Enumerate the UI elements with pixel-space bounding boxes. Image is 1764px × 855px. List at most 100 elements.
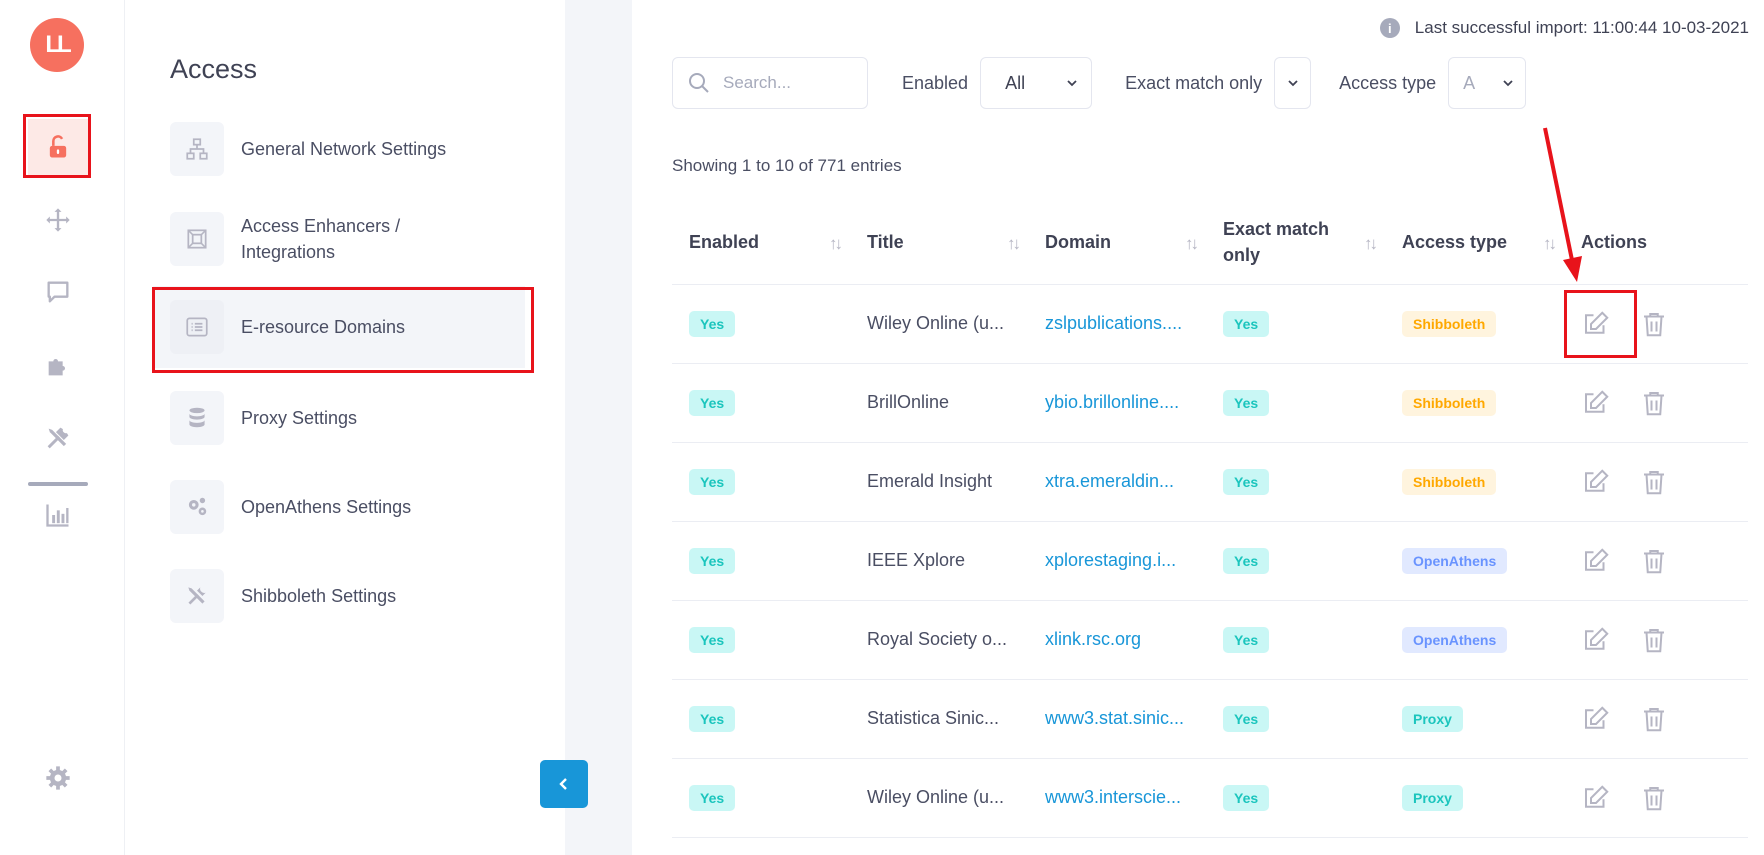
gear-icon bbox=[46, 766, 70, 790]
edit-icon[interactable] bbox=[1581, 309, 1611, 339]
table-header-row: Enabled ↑↓ Title ↑↓ Domain ↑↓ Exact match o… bbox=[672, 200, 1748, 285]
column-header-domain[interactable]: Domain ↑↓ bbox=[1028, 200, 1206, 285]
rail-item-statistics[interactable] bbox=[28, 487, 88, 543]
menu-item-shibboleth-settings[interactable]: Shibboleth Settings bbox=[170, 569, 550, 623]
edit-icon[interactable] bbox=[1581, 546, 1611, 576]
domain-link[interactable]: xlink.rsc.org bbox=[1028, 600, 1206, 680]
column-header-label: Exact match only bbox=[1223, 218, 1330, 265]
menu-title: Access bbox=[170, 54, 258, 84]
menu-item-icon-box bbox=[170, 391, 224, 445]
title-cell: Wiley Online (u... bbox=[850, 758, 1028, 838]
delete-icon[interactable] bbox=[1639, 625, 1669, 655]
domain-link[interactable]: xplorestaging.i... bbox=[1028, 521, 1206, 601]
exact-match-badge: Yes bbox=[1223, 705, 1270, 732]
menu-item-general-network[interactable]: General Network Settings bbox=[170, 122, 550, 176]
delete-icon[interactable] bbox=[1639, 388, 1669, 418]
enabled-badge: Yes bbox=[689, 626, 736, 653]
column-header-access-type[interactable]: Access type ↑↓ bbox=[1385, 200, 1564, 285]
column-header-exact-match[interactable]: Exact match only ↑↓ bbox=[1206, 200, 1385, 285]
enabled-filter-label: Enabled bbox=[902, 72, 969, 93]
enabled-filter-select[interactable]: All bbox=[980, 57, 1093, 109]
rail-item-settings[interactable] bbox=[28, 750, 88, 806]
table-row: Yes BrillOnline ybio.brillonline.... Yes… bbox=[672, 363, 1748, 443]
table-row: Yes Statistica Sinic... www3.stat.sinic.… bbox=[672, 679, 1748, 759]
rail-item-messages[interactable] bbox=[28, 264, 88, 320]
exact-match-badge: Yes bbox=[1223, 468, 1270, 495]
column-header-label: Domain bbox=[1045, 231, 1112, 252]
edit-icon[interactable] bbox=[1581, 625, 1611, 655]
search-input[interactable] bbox=[723, 73, 853, 93]
menu-item-icon-box bbox=[170, 569, 224, 623]
rail-item-access[interactable] bbox=[28, 119, 88, 175]
title-cell: Wiley Online (u... bbox=[850, 284, 1028, 364]
column-header-enabled[interactable]: Enabled ↑↓ bbox=[672, 200, 850, 285]
rail-item-integrations[interactable] bbox=[28, 338, 88, 394]
domain-link[interactable]: www3.interscie... bbox=[1028, 758, 1206, 838]
access-type-badge: OpenAthens bbox=[1402, 626, 1508, 653]
domain-link[interactable]: ybio.brillonline.... bbox=[1028, 363, 1206, 443]
menu-item-label: OpenAthens Settings bbox=[241, 497, 412, 517]
collapse-menu-button[interactable] bbox=[540, 760, 588, 808]
access-type-badge: Shibboleth bbox=[1402, 310, 1497, 337]
menu-item-access-enhancers[interactable]: Access Enhancers / Integrations bbox=[170, 212, 550, 266]
import-info: i Last successful import: 11:00:44 10-03… bbox=[1379, 18, 1749, 38]
title-cell: BrillOnline bbox=[850, 363, 1028, 443]
edit-icon[interactable] bbox=[1581, 704, 1611, 734]
column-header-label: Title bbox=[867, 231, 904, 252]
sort-icon: ↑↓ bbox=[829, 233, 843, 253]
menu-item-icon-box bbox=[170, 122, 224, 176]
app-logo[interactable]: LL bbox=[30, 18, 84, 72]
menu-item-icon-box bbox=[170, 300, 224, 354]
delete-icon[interactable] bbox=[1639, 704, 1669, 734]
enabled-badge: Yes bbox=[689, 468, 736, 495]
table-row: Yes Royal Society o... xlink.rsc.org Yes… bbox=[672, 600, 1748, 680]
chart-icon bbox=[46, 504, 69, 527]
row-actions bbox=[1581, 309, 1731, 339]
integration-icon bbox=[187, 229, 207, 249]
network-icon bbox=[186, 138, 208, 160]
rail-item-tools[interactable] bbox=[28, 410, 88, 466]
exact-match-badge: Yes bbox=[1223, 310, 1270, 337]
access-type-filter-select[interactable]: A bbox=[1448, 57, 1527, 109]
table-row: Yes Wiley Online (u... zslpublications..… bbox=[672, 284, 1748, 364]
import-info-text: Last successful import: 11:00:44 10-03-2… bbox=[1414, 18, 1749, 37]
column-header-title[interactable]: Title ↑↓ bbox=[850, 200, 1028, 285]
delete-icon[interactable] bbox=[1639, 783, 1669, 813]
access-type-badge: Proxy bbox=[1402, 705, 1463, 732]
enabled-filter-value: All bbox=[1005, 72, 1026, 93]
rail-divider bbox=[28, 482, 88, 486]
menu-item-proxy-settings[interactable]: Proxy Settings bbox=[170, 391, 550, 445]
delete-icon[interactable] bbox=[1639, 546, 1669, 576]
exact-match-badge: Yes bbox=[1223, 626, 1270, 653]
table-row: Yes Emerald Insight xtra.emeraldin... Ye… bbox=[672, 442, 1748, 522]
menu-item-eresource-domains[interactable]: E-resource Domains bbox=[153, 286, 525, 368]
domain-link[interactable]: xtra.emeraldin... bbox=[1028, 442, 1206, 522]
domains-table: Enabled ↑↓ Title ↑↓ Domain ↑↓ Exact match o… bbox=[672, 200, 1748, 838]
edit-icon[interactable] bbox=[1581, 783, 1611, 813]
delete-icon[interactable] bbox=[1639, 467, 1669, 497]
search-box bbox=[672, 57, 868, 109]
edit-icon[interactable] bbox=[1581, 388, 1611, 418]
rail-item-move[interactable] bbox=[28, 192, 88, 248]
logo-text: LL bbox=[45, 31, 71, 58]
column-header-actions: Actions bbox=[1564, 200, 1748, 285]
info-icon: i bbox=[1379, 18, 1400, 38]
access-type-filter-value: A bbox=[1463, 72, 1476, 93]
table-row: Yes Wiley Online (u... www3.interscie...… bbox=[672, 758, 1748, 838]
row-actions bbox=[1581, 388, 1731, 418]
sort-icon: ↑↓ bbox=[1543, 233, 1557, 253]
access-type-badge: Proxy bbox=[1402, 784, 1463, 811]
delete-icon[interactable] bbox=[1639, 309, 1669, 339]
domain-link[interactable]: www3.stat.sinic... bbox=[1028, 679, 1206, 759]
row-actions bbox=[1581, 467, 1731, 497]
menu-item-openathens-settings[interactable]: OpenAthens Settings bbox=[170, 480, 550, 534]
domain-link[interactable]: zslpublications.... bbox=[1028, 284, 1206, 364]
enabled-badge: Yes bbox=[689, 389, 736, 416]
column-header-label: Actions bbox=[1581, 231, 1648, 252]
chevron-left-icon bbox=[559, 778, 567, 790]
title-cell: Emerald Insight bbox=[850, 442, 1028, 522]
content-gutter bbox=[565, 0, 632, 855]
exact-match-filter-select[interactable] bbox=[1274, 57, 1312, 109]
edit-icon[interactable] bbox=[1581, 467, 1611, 497]
title-cell: Statistica Sinic... bbox=[850, 679, 1028, 759]
